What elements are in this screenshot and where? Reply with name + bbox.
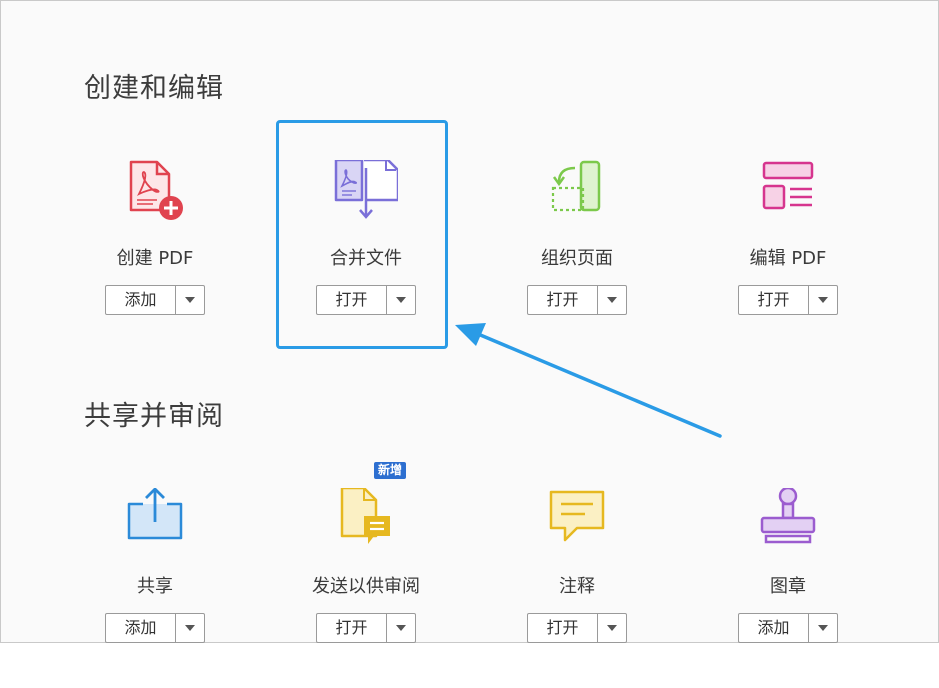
annotation-arrow — [455, 323, 722, 438]
